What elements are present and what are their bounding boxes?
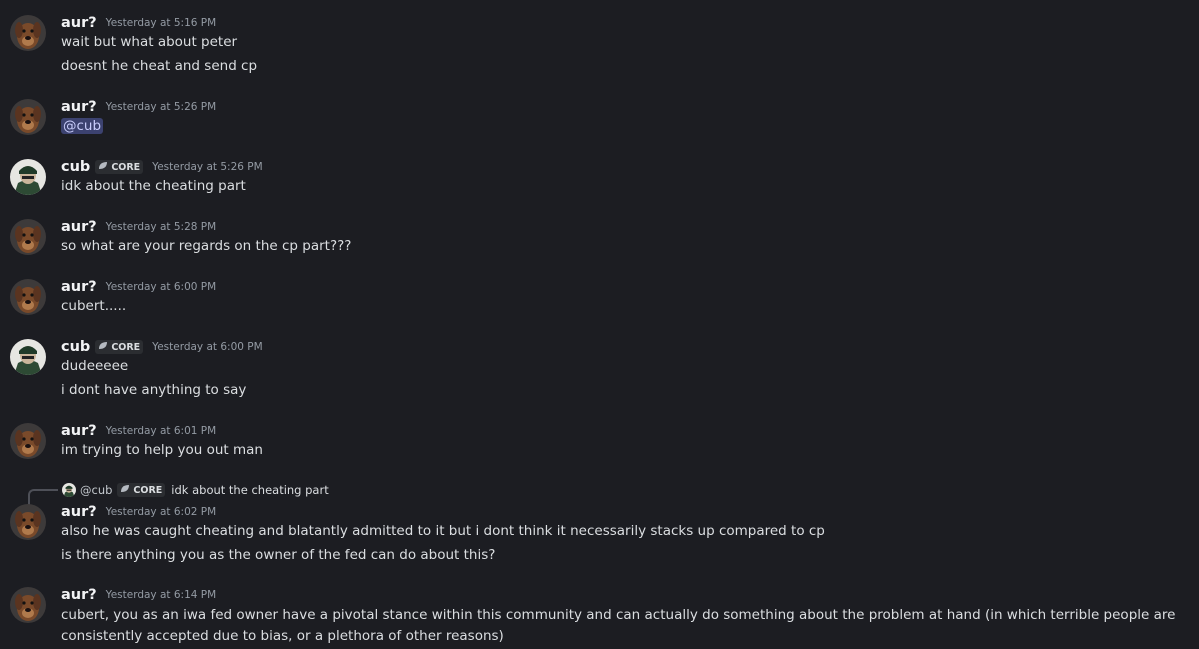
message-text: i dont have anything to say: [61, 382, 247, 398]
aur-avatar[interactable]: [10, 504, 46, 540]
user-mention[interactable]: @cub: [61, 118, 104, 134]
reply-username[interactable]: @cub: [80, 483, 112, 497]
message-text: cubert.....: [61, 298, 127, 314]
aur-avatar[interactable]: [10, 99, 46, 135]
timestamp: Yesterday at 6:14 PM: [105, 589, 217, 601]
role-tag: CORE: [117, 483, 166, 497]
username[interactable]: aur?: [61, 219, 97, 235]
message-text: so what are your regards on the cp part?…: [61, 238, 352, 254]
message-text: is there anything you as the owner of th…: [61, 547, 496, 563]
username[interactable]: cub: [61, 159, 90, 175]
timestamp: Yesterday at 6:00 PM: [105, 281, 217, 293]
aur-avatar[interactable]: [10, 423, 46, 459]
message-text: cubert, you as an iwa fed owner have a p…: [61, 607, 1176, 644]
aur-avatar[interactable]: [10, 15, 46, 51]
username[interactable]: cub: [61, 339, 90, 355]
timestamp: Yesterday at 5:28 PM: [105, 221, 217, 233]
username[interactable]: aur?: [61, 423, 97, 439]
message-text: dudeeeee: [61, 358, 129, 374]
role-tag[interactable]: CORE: [95, 340, 144, 354]
timestamp: Yesterday at 5:16 PM: [105, 17, 217, 29]
username[interactable]: aur?: [61, 587, 97, 603]
aur-avatar[interactable]: [10, 587, 46, 623]
leaf-icon: [120, 484, 130, 496]
timestamp: Yesterday at 6:02 PM: [105, 506, 217, 518]
timestamp: Yesterday at 6:00 PM: [152, 341, 263, 353]
message-text: also he was caught cheating and blatantl…: [61, 523, 825, 539]
role-tag[interactable]: CORE: [95, 160, 144, 174]
username[interactable]: aur?: [61, 99, 97, 115]
message-text: idk about the cheating part: [61, 178, 246, 194]
cub-avatar[interactable]: [10, 159, 46, 195]
message-text: im trying to help you out man: [61, 442, 263, 458]
timestamp: Yesterday at 5:26 PM: [152, 161, 263, 173]
leaf-icon: [98, 161, 108, 173]
timestamp: Yesterday at 5:26 PM: [105, 101, 217, 113]
username[interactable]: aur?: [61, 279, 97, 295]
reply-text: idk about the cheating part: [171, 483, 329, 497]
aur-avatar[interactable]: [10, 279, 46, 315]
cub-avatar: [62, 483, 76, 497]
reply-reference[interactable]: @cub CORE idk about the cheating part: [30, 481, 329, 499]
leaf-icon: [98, 341, 108, 353]
message-text: wait but what about peter: [61, 34, 238, 50]
timestamp: Yesterday at 6:01 PM: [105, 425, 217, 437]
message-text: doesnt he cheat and send cp: [61, 58, 258, 74]
username[interactable]: aur?: [61, 504, 97, 520]
username[interactable]: aur?: [61, 15, 97, 31]
chat-log: aur? Yesterday at 5:16 PM wait but what …: [0, 0, 1199, 649]
aur-avatar[interactable]: [10, 219, 46, 255]
cub-avatar[interactable]: [10, 339, 46, 375]
